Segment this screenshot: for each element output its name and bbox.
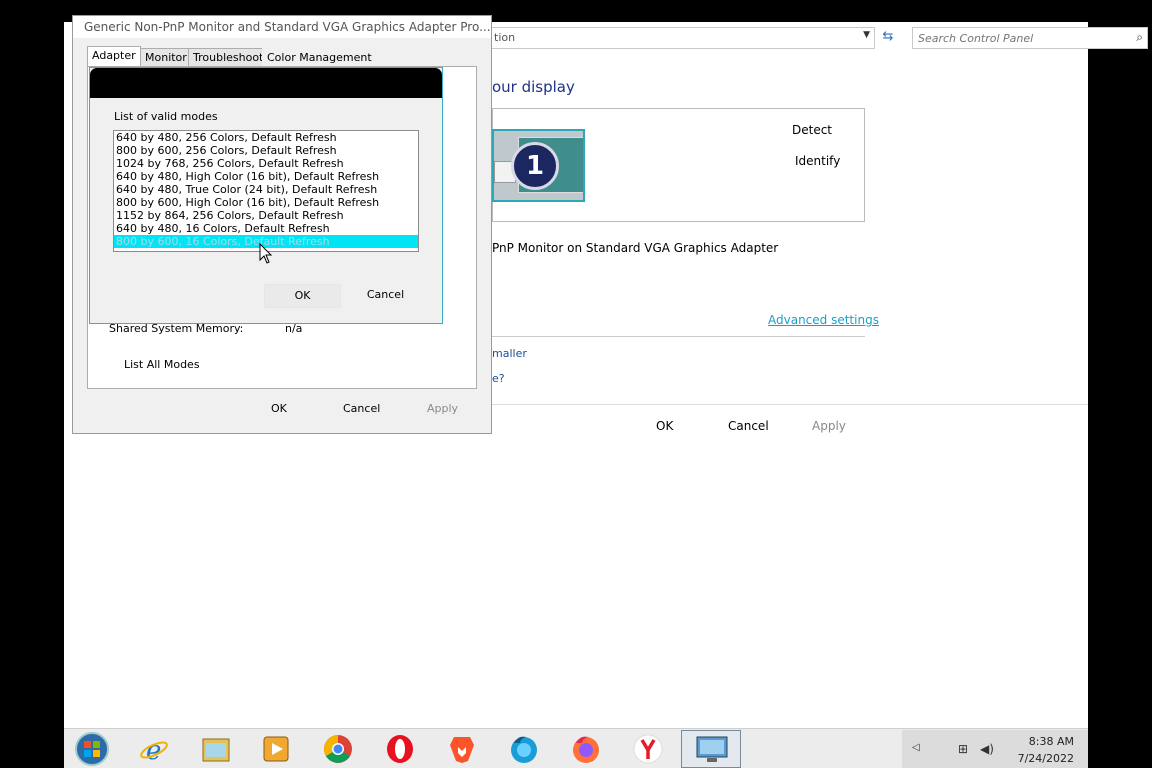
valid-modes-list[interactable]: 640 by 480, 256 Colors, Default Refresh …: [113, 130, 419, 252]
clock-time[interactable]: 8:38 AM: [1012, 735, 1074, 748]
taskbar: e ◁ ⊞ ◀) 8:38 AM 7/24/2022: [64, 728, 1088, 768]
clock-date[interactable]: 7/24/2022: [1006, 752, 1074, 765]
brave-icon[interactable]: [446, 733, 478, 765]
refresh-icon[interactable]: ⇆: [877, 27, 899, 49]
dialog-titlebar[interactable]: [90, 68, 442, 98]
mode-list-item[interactable]: 800 by 600, High Color (16 bit), Default…: [114, 196, 418, 209]
search-input[interactable]: [913, 28, 1123, 48]
mode-list-item[interactable]: 640 by 480, 16 Colors, Default Refresh: [114, 222, 418, 235]
volume-icon[interactable]: ◀): [980, 742, 994, 756]
show-hidden-icons-icon[interactable]: ◁: [912, 742, 920, 753]
detect-button[interactable]: Detect: [792, 123, 832, 137]
list-all-modes-button[interactable]: List All Modes: [124, 358, 200, 371]
monitor-number-badge: 1: [511, 142, 559, 190]
cancel-button[interactable]: Cancel: [728, 419, 769, 433]
address-dropdown-icon[interactable]: ▼: [863, 30, 870, 40]
display-description: PnP Monitor on Standard VGA Graphics Ada…: [492, 241, 779, 255]
firefox-icon[interactable]: [570, 733, 602, 765]
divider: [492, 336, 865, 337]
dialog-titlebar[interactable]: Generic Non-PnP Monitor and Standard VGA…: [73, 16, 491, 38]
internet-explorer-icon[interactable]: e: [138, 733, 170, 765]
search-icon[interactable]: ⌕: [1136, 30, 1143, 45]
file-explorer-icon[interactable]: [200, 733, 232, 765]
opera-icon[interactable]: [384, 733, 416, 765]
mode-list-item[interactable]: 800 by 600, 256 Colors, Default Refresh: [114, 144, 418, 157]
mouse-cursor-icon: [259, 243, 273, 264]
cancel-button[interactable]: Cancel: [347, 284, 424, 308]
help-link[interactable]: e?: [492, 372, 505, 385]
advanced-settings-link[interactable]: Advanced settings: [768, 313, 879, 327]
chrome-icon[interactable]: [322, 733, 354, 765]
apply-button[interactable]: Apply: [427, 402, 458, 415]
tab-color-management[interactable]: Color Management: [262, 48, 377, 66]
start-orb-icon[interactable]: [74, 731, 110, 767]
address-bar[interactable]: tion ▼: [489, 27, 875, 49]
address-text: tion: [494, 31, 516, 44]
search-box[interactable]: ⌕: [912, 27, 1148, 49]
ok-button[interactable]: OK: [264, 284, 341, 308]
identify-button[interactable]: Identify: [795, 154, 840, 168]
divider: [492, 404, 1088, 405]
mode-list-item[interactable]: 640 by 480, True Color (24 bit), Default…: [114, 183, 418, 196]
tab-troubleshoot[interactable]: Troubleshoot: [188, 48, 269, 66]
cancel-button[interactable]: Cancel: [343, 402, 380, 415]
display-settings-icon: [696, 736, 728, 762]
ok-button[interactable]: OK: [271, 402, 287, 415]
tab-adapter[interactable]: Adapter: [87, 46, 141, 66]
media-player-icon[interactable]: [260, 733, 292, 765]
mode-list-item[interactable]: 1024 by 768, 256 Colors, Default Refresh: [114, 157, 418, 170]
mode-list-item[interactable]: 640 by 480, 256 Colors, Default Refresh: [114, 131, 418, 144]
ok-button[interactable]: OK: [656, 419, 673, 433]
svg-text:e: e: [146, 736, 161, 765]
valid-modes-label: List of valid modes: [114, 110, 218, 123]
tab-monitor[interactable]: Monitor: [140, 48, 192, 66]
list-all-modes-dialog: List of valid modes 640 by 480, 256 Colo…: [89, 67, 443, 324]
system-tray: ◁ ⊞ ◀) 8:38 AM 7/24/2022: [902, 730, 1088, 768]
dialog-title: Generic Non-PnP Monitor and Standard VGA…: [84, 20, 491, 34]
network-icon[interactable]: ⊞: [958, 742, 968, 756]
yandex-icon[interactable]: [632, 733, 664, 765]
text-size-link[interactable]: maller: [492, 347, 527, 360]
page-heading: our display: [492, 78, 575, 96]
taskbar-active-window[interactable]: [681, 730, 741, 768]
mode-list-item[interactable]: 640 by 480, High Color (16 bit), Default…: [114, 170, 418, 183]
apply-button[interactable]: Apply: [812, 419, 846, 433]
firefox-developer-icon[interactable]: [508, 733, 540, 765]
mode-list-item[interactable]: 1152 by 864, 256 Colors, Default Refresh: [114, 209, 418, 222]
